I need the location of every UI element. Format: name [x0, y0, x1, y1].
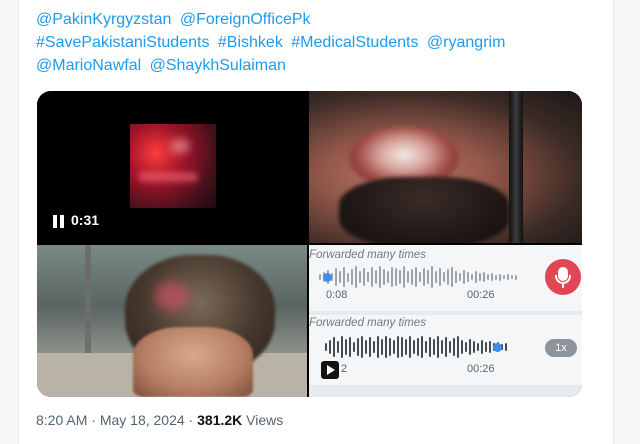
mention-link[interactable]: @PakinKyrgyzstan [36, 11, 171, 28]
voice-note-duration: 00:26 [467, 363, 495, 375]
video-time: 0:31 [71, 212, 100, 228]
media-image-mouth[interactable] [309, 91, 582, 243]
voice-note-duration: 00:26 [467, 289, 495, 301]
meta-separator: · [184, 412, 198, 428]
blurred-area [155, 281, 189, 311]
tweet-line-3: @MarioNawfal @ShaykhSulaiman [36, 54, 596, 77]
tweet-text: @PakinKyrgyzstan @ForeignOfficePk #SaveP… [36, 8, 596, 77]
tweet-date[interactable]: May 18, 2024 [100, 412, 185, 428]
left-panel-edge [0, 0, 19, 444]
media-image-voice-notes[interactable]: Forwarded many times 0:08 00:26 Forwarde… [309, 245, 582, 397]
tweet-meta: 8:20 AM · May 18, 2024 · 381.2K Views [36, 412, 283, 428]
meta-separator: · [87, 412, 100, 428]
waveform [319, 265, 517, 289]
beard-image [339, 177, 509, 243]
mention-link[interactable]: @ShaykhSulaiman [150, 57, 286, 74]
video-frame [130, 124, 216, 208]
mic-icon[interactable] [545, 259, 581, 295]
tweet-line-1: @PakinKyrgyzstan @ForeignOfficePk [36, 8, 596, 31]
play-icon[interactable] [321, 361, 339, 379]
mention-link[interactable]: @ForeignOfficePk [180, 11, 311, 28]
progress-dot[interactable] [323, 273, 332, 282]
forwarded-label: Forwarded many times [309, 317, 426, 329]
hashtag-link[interactable]: #MedicalStudents [291, 34, 418, 51]
tweet-time[interactable]: 8:20 AM [36, 412, 87, 428]
mention-link[interactable]: @MarioNawfal [36, 57, 141, 74]
pause-icon[interactable] [53, 215, 65, 228]
voice-note-current: 0:08 [326, 289, 348, 301]
hashtag-link[interactable]: #SavePakistaniStudents [36, 34, 209, 51]
person-hand [133, 327, 253, 397]
tweet-line-2: #SavePakistaniStudents #Bishkek #Medical… [36, 31, 596, 54]
mention-link[interactable]: @ryangrim [427, 34, 505, 51]
street-pole [85, 245, 91, 365]
voice-note-card: Forwarded many times 2 00:26 1x [309, 315, 582, 385]
video-player[interactable]: 0:31 [37, 91, 307, 243]
right-panel-edge [613, 0, 640, 444]
forwarded-label: Forwarded many times [309, 249, 426, 261]
voice-note-card: Forwarded many times 0:08 00:26 [309, 245, 582, 311]
phone-edge [509, 91, 523, 243]
playback-speed-pill[interactable]: 1x [545, 339, 577, 357]
views-label: Views [246, 412, 284, 428]
waveform [325, 335, 507, 359]
media-grid: 0:31 Forwarded many times 0:08 00:26 For… [37, 91, 582, 397]
hashtag-link[interactable]: #Bishkek [218, 34, 283, 51]
voice-note-current: 2 [341, 363, 348, 375]
views-count: 381.2K [197, 412, 243, 428]
progress-dot[interactable] [493, 343, 502, 352]
media-image-person[interactable] [37, 245, 307, 397]
